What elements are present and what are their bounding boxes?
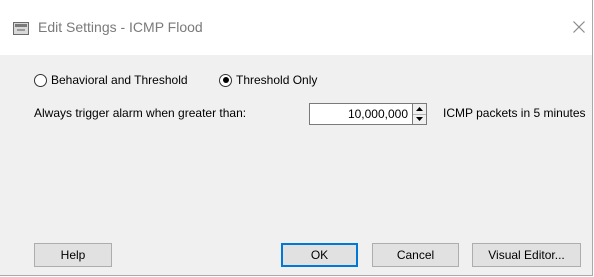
- spin-down-button[interactable]: [413, 114, 426, 124]
- settings-window-icon: [13, 22, 29, 35]
- radio-threshold-only[interactable]: Threshold Only: [219, 71, 317, 89]
- alarm-threshold-label: Always trigger alarm when greater than:: [34, 106, 247, 120]
- radio-label-threshold: Threshold Only: [236, 73, 318, 87]
- help-button[interactable]: Help: [34, 243, 112, 267]
- visual-editor-button[interactable]: Visual Editor...: [472, 243, 581, 267]
- close-button[interactable]: [565, 12, 592, 42]
- title-bar: Edit Settings - ICMP Flood: [0, 0, 592, 55]
- threshold-spinner: [413, 103, 427, 125]
- close-icon: [572, 21, 585, 33]
- edit-settings-dialog: Edit Settings - ICMP Flood Behavioral an…: [0, 0, 593, 276]
- window-title: Edit Settings - ICMP Flood: [38, 19, 203, 35]
- radio-label-behavioral: Behavioral and Threshold: [51, 73, 188, 87]
- threshold-value-input[interactable]: 10,000,000: [309, 103, 413, 125]
- cancel-button[interactable]: Cancel: [372, 243, 459, 267]
- radio-behavioral-and-threshold[interactable]: Behavioral and Threshold: [34, 71, 188, 89]
- arrow-up-icon: [416, 107, 423, 111]
- radio-unchecked-icon: [34, 73, 47, 87]
- threshold-unit-label: ICMP packets in 5 minutes: [443, 106, 586, 120]
- arrow-down-icon: [416, 117, 423, 121]
- radio-checked-icon: [219, 73, 232, 87]
- ok-button[interactable]: OK: [281, 243, 358, 267]
